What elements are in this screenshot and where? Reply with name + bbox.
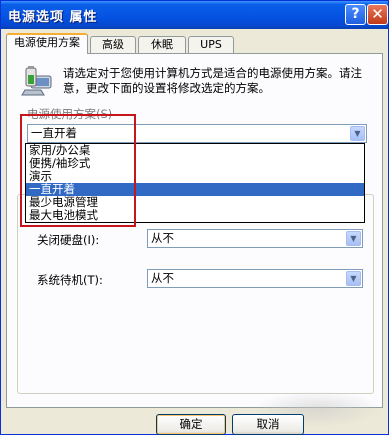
power-scheme-select[interactable]: 一直开着 ▼: [27, 124, 367, 143]
option-home-office[interactable]: 家用/办公桌: [26, 144, 364, 157]
chevron-down-icon[interactable]: ▼: [346, 271, 361, 286]
tab-ups[interactable]: UPS: [188, 36, 234, 53]
tab-advanced[interactable]: 高级: [90, 36, 136, 53]
option-max-battery[interactable]: 最大电池模式: [26, 209, 364, 222]
system-standby-select[interactable]: 从不 ▼: [147, 269, 363, 288]
close-button[interactable]: ✕: [367, 4, 388, 25]
system-standby-value: 从不: [151, 271, 174, 285]
power-scheme-value: 一直开着: [31, 126, 77, 140]
tab-power-schemes[interactable]: 电源使用方案: [6, 33, 88, 54]
chevron-down-icon[interactable]: ▼: [350, 126, 365, 141]
window-title: 电源选项 属性: [8, 10, 98, 25]
power-scheme-dropdown-list: 家用/办公桌 便携/袖珍式 演示 一直开着 最少电源管理 最大电池模式: [25, 143, 365, 223]
ok-button[interactable]: 确定: [156, 414, 226, 435]
help-button[interactable]: ?: [345, 4, 366, 25]
title-bar[interactable]: 电源选项 属性 ? ✕: [1, 1, 388, 29]
description-text: 请选定对于您使用计算机方式是适合的电源使用方案。请注意，更改下面的设置将修改选定…: [63, 66, 362, 95]
system-standby-label: 系统待机(T):: [37, 273, 103, 287]
settings-groupbox: [17, 194, 374, 394]
turn-off-disk-value: 从不: [151, 231, 174, 245]
option-always-on[interactable]: 一直开着: [26, 183, 364, 196]
chevron-down-icon[interactable]: ▼: [346, 231, 361, 246]
option-presentation[interactable]: 演示: [26, 170, 364, 183]
turn-off-disk-select[interactable]: 从不 ▼: [147, 229, 363, 248]
power-options-dialog: 电源选项 属性 ? ✕ 电源使用方案 高级 休眠 UPS 请选定对于您使用计算机…: [0, 0, 389, 435]
power-scheme-label: 电源使用方案(S): [27, 106, 115, 122]
power-scheme-icon: [21, 66, 52, 96]
turn-off-disk-label: 关闭硬盘(I):: [37, 233, 100, 247]
cancel-button[interactable]: 取消: [232, 414, 304, 435]
option-minimal-power[interactable]: 最少电源管理: [26, 196, 364, 209]
option-portable[interactable]: 便携/袖珍式: [26, 157, 364, 170]
tab-panel: 请选定对于您使用计算机方式是适合的电源使用方案。请注意，更改下面的设置将修改选定…: [6, 53, 383, 408]
tab-hibernate[interactable]: 休眠: [138, 36, 186, 53]
